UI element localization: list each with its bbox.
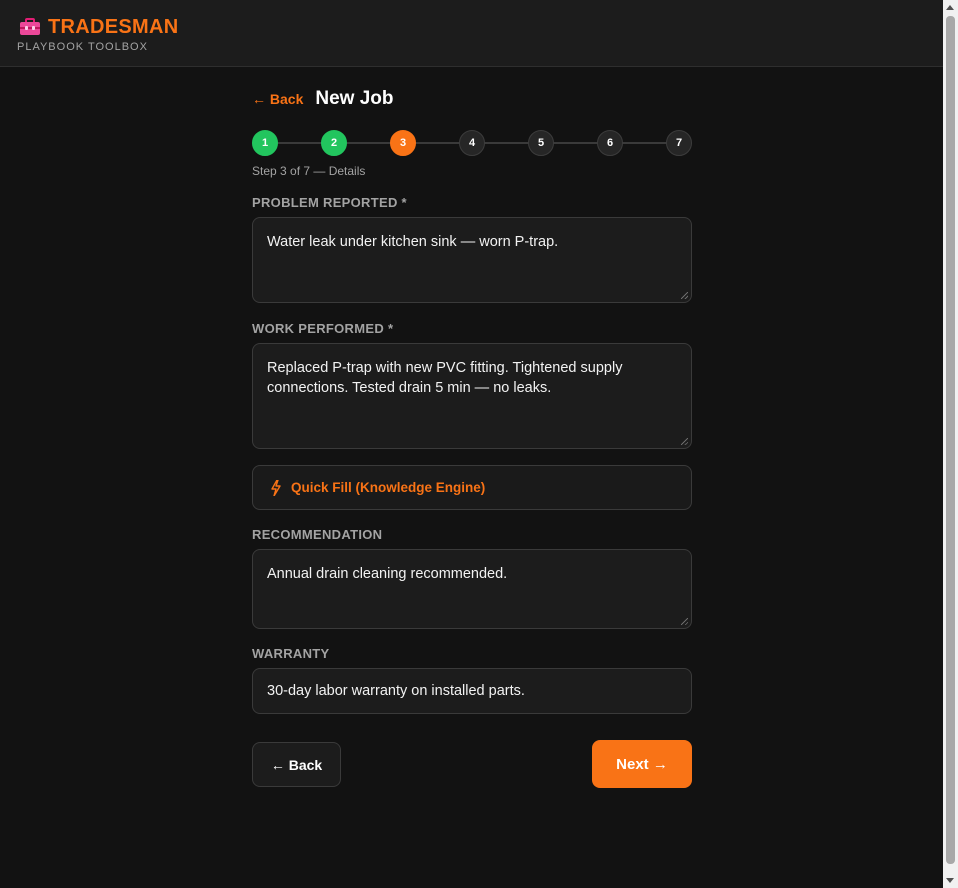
page-scrollbar[interactable] bbox=[943, 0, 958, 888]
problem-value: Water leak under kitchen sink — worn P-t… bbox=[267, 234, 559, 250]
next-button[interactable]: Next → bbox=[592, 740, 692, 788]
recommendation-value: Annual drain cleaning recommended. bbox=[267, 566, 508, 582]
work-value: Replaced P-trap with new PVC fitting. Ti… bbox=[267, 360, 623, 396]
work-label: WORK PERFORMED * bbox=[252, 321, 394, 336]
work-textarea[interactable]: Replaced P-trap with new PVC fitting. Ti… bbox=[252, 343, 692, 449]
step-2[interactable]: 2 bbox=[321, 130, 347, 156]
resize-handle[interactable] bbox=[681, 618, 688, 625]
step-6[interactable]: 6 bbox=[597, 130, 623, 156]
step-progress: 1 2 3 4 5 6 7 bbox=[252, 130, 692, 156]
back-link[interactable]: ← Back bbox=[252, 91, 303, 107]
step-5[interactable]: 5 bbox=[528, 130, 554, 156]
step-4[interactable]: 4 bbox=[459, 130, 485, 156]
problem-label: PROBLEM REPORTED * bbox=[252, 195, 407, 210]
brand-subtitle: PLAYBOOK TOOLBOX bbox=[17, 41, 148, 53]
warranty-label: WARRANTY bbox=[252, 646, 330, 661]
lightning-bolt-icon bbox=[271, 479, 281, 496]
resize-handle[interactable] bbox=[681, 438, 688, 445]
scrollbar-thumb[interactable] bbox=[946, 16, 955, 864]
step-7[interactable]: 7 bbox=[666, 130, 692, 156]
quick-fill-button[interactable]: Quick Fill (Knowledge Engine) bbox=[252, 465, 692, 510]
brand[interactable]: TRADESMAN bbox=[19, 16, 178, 38]
title-row: ← Back New Job bbox=[252, 88, 692, 116]
quick-fill-label: Quick Fill (Knowledge Engine) bbox=[291, 480, 486, 495]
back-button[interactable]: ← Back bbox=[252, 742, 341, 787]
page-title: New Job bbox=[315, 88, 394, 109]
scroll-up-icon[interactable] bbox=[946, 5, 954, 10]
recommendation-textarea[interactable]: Annual drain cleaning recommended. bbox=[252, 549, 692, 629]
warranty-input[interactable]: 30-day labor warranty on installed parts… bbox=[252, 668, 692, 714]
step-3[interactable]: 3 bbox=[390, 130, 416, 156]
step-caption: Step 3 of 7 — Details bbox=[252, 164, 366, 178]
resize-handle[interactable] bbox=[681, 292, 688, 299]
form-actions: ← Back Next → bbox=[252, 740, 692, 788]
problem-textarea[interactable]: Water leak under kitchen sink — worn P-t… bbox=[252, 217, 692, 303]
warranty-value: 30-day labor warranty on installed parts… bbox=[267, 683, 525, 699]
recommendation-label: RECOMMENDATION bbox=[252, 527, 383, 542]
app-header: TRADESMAN PLAYBOOK TOOLBOX bbox=[0, 0, 943, 67]
job-form: ← Back New Job 1 2 3 4 5 6 7 Step 3 of 7… bbox=[252, 88, 692, 788]
scroll-down-icon[interactable] bbox=[946, 878, 954, 883]
brand-name: TRADESMAN bbox=[48, 16, 179, 38]
toolbox-icon bbox=[19, 17, 41, 37]
step-1[interactable]: 1 bbox=[252, 130, 278, 156]
